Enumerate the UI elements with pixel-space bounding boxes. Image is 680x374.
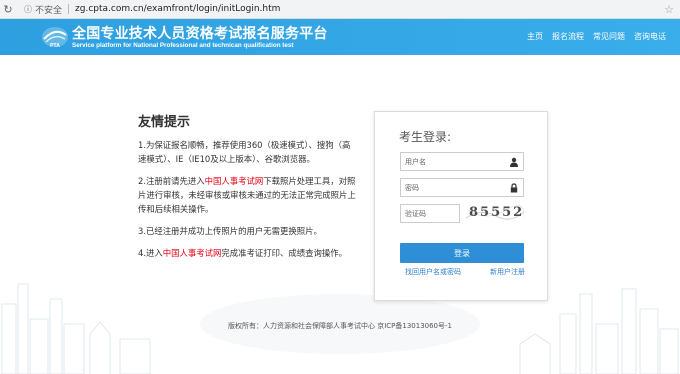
captcha-input[interactable] [401, 209, 459, 218]
city-skyline-background [1, 283, 679, 374]
tip-item-2: 2.注册前请先进入中国人事考试网下载照片处理工具，对照片进行审核，未经审核或审核… [138, 174, 358, 216]
register-link[interactable]: 新用户注册 [490, 267, 525, 277]
footer: 版权所有：人力资源和社会保障部人事考试中心 京ICP备13013060号-1 [0, 321, 680, 331]
reload-icon[interactable]: ↻ [0, 1, 16, 17]
forgot-password-link[interactable]: 找回用户名或密码 [405, 267, 461, 277]
nav-home[interactable]: 主页 [527, 31, 543, 42]
tip-text: 完成准考证打印、成绩查询操作。 [221, 248, 347, 258]
site-title-en: Service platform for National Profession… [72, 41, 294, 49]
login-title: 考生登录: [399, 130, 452, 144]
username-field[interactable] [400, 152, 524, 171]
user-icon [510, 157, 518, 167]
security-indicator[interactable]: ⓘ 不安全 [24, 3, 62, 16]
lock-icon [510, 183, 518, 193]
tip-text: 4.进入 [138, 248, 163, 258]
cpta-link[interactable]: 中国人事考试网 [205, 176, 264, 186]
login-panel: 考生登录: 85552 登录 找回用户名或密码 新用户注册 [374, 111, 548, 301]
nav-faq[interactable]: 常见问题 [593, 31, 625, 42]
bookmark-star-icon[interactable]: ☆ [664, 3, 674, 16]
password-field[interactable] [400, 178, 524, 197]
login-button[interactable]: 登录 [400, 243, 524, 263]
pta-logo-icon: PTA [40, 25, 70, 49]
tip-item-1: 1.为保证报名顺畅，推荐使用360（极速模式）、搜狗（高速模式）、IE（IE10… [138, 140, 351, 164]
cpta-link[interactable]: 中国人事考试网 [163, 248, 222, 258]
nav-contact[interactable]: 咨询电话 [634, 31, 666, 42]
url-text[interactable]: zg.cpta.com.cn/examfront/login/initLogin… [75, 4, 280, 14]
captcha-field[interactable] [400, 204, 460, 223]
divider [68, 4, 70, 14]
captcha-text: 85552 [469, 205, 525, 220]
tip-text: 2.注册前请先进入 [138, 176, 205, 186]
password-input[interactable] [401, 183, 523, 192]
logo-text: PTA [50, 43, 60, 49]
captcha-image[interactable]: 85552 [466, 204, 524, 224]
tip-item-4: 4.进入中国人事考试网完成准考证打印、成绩查询操作。 [138, 246, 358, 260]
site-title-cn: 全国专业技术人员资格考试报名服务平台 [72, 24, 328, 41]
tips-panel: 友情提示 1.为保证报名顺畅，推荐使用360（极速模式）、搜狗（高速模式）、IE… [138, 111, 358, 268]
tip-item-3: 3.已经注册并成功上传照片的用户无需更换照片。 [138, 226, 322, 236]
nav-process[interactable]: 报名流程 [552, 31, 584, 42]
site-header: PTA 全国专业技术人员资格考试报名服务平台 Service platform … [0, 19, 680, 55]
security-label: 不安全 [35, 5, 63, 16]
login-links: 找回用户名或密码 新用户注册 [405, 267, 525, 277]
site-title-block: 全国专业技术人员资格考试报名服务平台 Service platform for … [72, 25, 328, 50]
info-icon: ⓘ [24, 4, 32, 14]
browser-address-bar: ↻ ⓘ 不安全 zg.cpta.com.cn/examfront/login/i… [0, 0, 680, 19]
copyright-text: 版权所有：人力资源和社会保障部人事考试中心 京ICP备13013060号-1 [227, 322, 452, 330]
tips-heading: 友情提示 [138, 115, 191, 130]
captcha-row: 85552 [400, 204, 524, 224]
top-nav: 主页 报名流程 常见问题 咨询电话 [527, 31, 666, 42]
username-input[interactable] [401, 157, 523, 166]
